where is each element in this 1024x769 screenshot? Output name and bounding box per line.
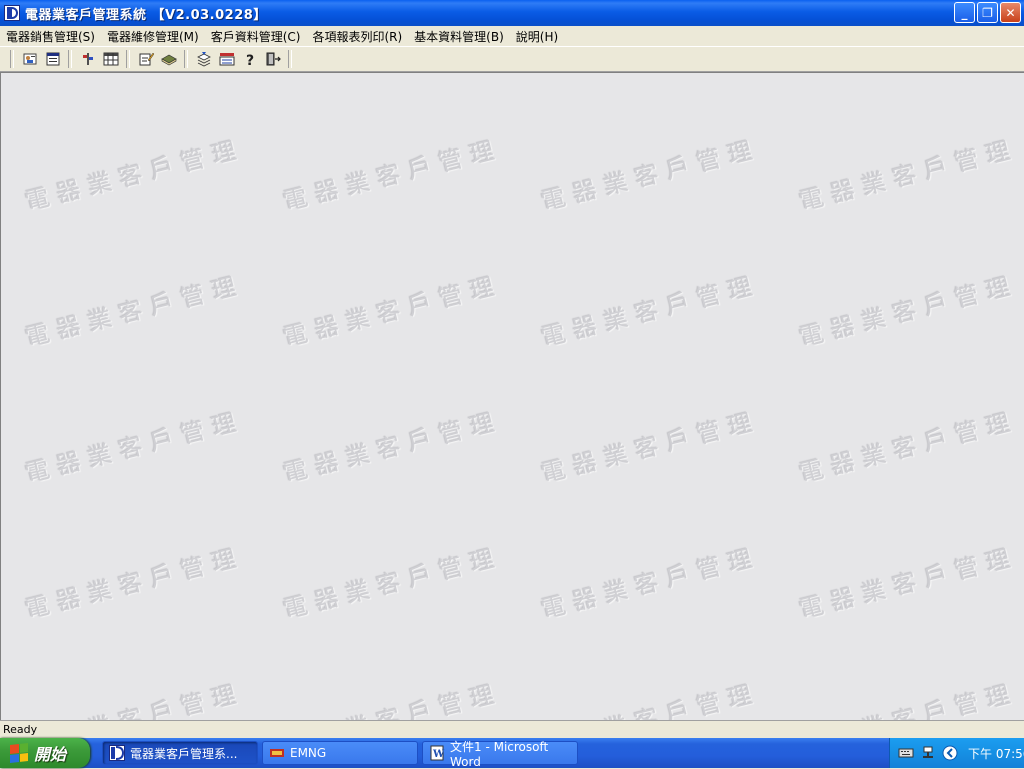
watermark-text: 電器業客戶管理	[796, 542, 1021, 624]
close-button[interactable]: ✕	[1000, 2, 1021, 23]
form-button[interactable]	[42, 49, 63, 70]
minimize-icon: _	[961, 5, 968, 20]
watermark-text: 電器業客戶管理	[538, 270, 763, 352]
toolbar: ?	[0, 47, 1024, 72]
watermark-text: 電器業客戶管理	[280, 270, 505, 352]
window-controls: _ ❐ ✕	[954, 2, 1021, 23]
watermark-text: 電器業客戶管理	[538, 542, 763, 624]
tools-button[interactable]	[77, 49, 98, 70]
task-label: 文件1 - Microsoft Word	[450, 739, 549, 769]
toolbar-separator	[184, 50, 188, 68]
report-button[interactable]	[216, 49, 237, 70]
mdi-workspace[interactable]: 電器業客戶管理 電器業客戶管理 電器業客戶管理 電器業客戶管理 電器業客戶管理 …	[0, 72, 1024, 720]
watermark-text: 電器業客戶管理	[280, 542, 505, 624]
watermark-text: 電器業客戶管理	[538, 678, 763, 720]
edit-note-icon	[139, 52, 154, 66]
toolbar-separator	[126, 50, 130, 68]
help-button[interactable]: ?	[239, 49, 260, 70]
restore-icon: ❐	[982, 5, 993, 20]
watermark-text: 電器業客戶管理	[796, 678, 1021, 720]
title-bar[interactable]: 電器業客戶管理系統 【V2.03.0228】 _ ❐ ✕	[0, 0, 1024, 26]
system-tray: 下午 07:56	[889, 738, 1024, 768]
minimize-button[interactable]: _	[954, 2, 975, 23]
svg-text:?: ?	[246, 53, 254, 67]
form-icon	[46, 52, 59, 66]
book-icon	[160, 54, 177, 66]
window-title: 電器業客戶管理系統 【V2.03.0228】	[25, 7, 267, 23]
watermark-text: 電器業客戶管理	[22, 542, 247, 624]
menu-help[interactable]: 說明(H)	[510, 28, 564, 45]
task-label: EMNG	[290, 746, 327, 760]
start-label: 開始	[34, 745, 67, 764]
start-button[interactable]: 開始	[0, 738, 90, 768]
watermark-text: 電器業客戶管理	[796, 406, 1021, 488]
task-emng[interactable]: EMNG	[262, 741, 418, 765]
emng-app-icon	[270, 749, 284, 757]
watermark-text: 電器業客戶管理	[538, 406, 763, 488]
windows-logo-icon	[10, 743, 28, 763]
watermark-text: 電器業客戶管理	[796, 270, 1021, 352]
help-icon: ?	[246, 53, 254, 67]
exit-button[interactable]	[262, 49, 283, 70]
toolbar-separator	[68, 50, 72, 68]
close-icon: ✕	[1005, 5, 1016, 20]
customer-card-icon	[23, 53, 36, 65]
watermark-text: 電器業客戶管理	[280, 134, 505, 216]
watermark-text: 電器業客戶管理	[22, 270, 247, 352]
word-doc-icon: W	[430, 745, 445, 761]
crm-app-icon	[109, 745, 125, 761]
toolbar-separator	[288, 50, 292, 68]
menu-repair[interactable]: 電器維修管理(M)	[101, 28, 205, 45]
report-icon	[219, 53, 234, 66]
app-icon[interactable]	[4, 5, 20, 21]
customer-card-button[interactable]	[19, 49, 40, 70]
menu-basic-data[interactable]: 基本資料管理(B)	[408, 28, 510, 45]
stack-button[interactable]	[193, 49, 214, 70]
task-crm[interactable]: 電器業客戶管理系...	[102, 741, 258, 765]
restore-button[interactable]: ❐	[977, 2, 998, 23]
watermark-text: 電器業客戶管理	[796, 134, 1021, 216]
menu-bar: 電器銷售管理(S) 電器維修管理(M) 客戶資料管理(C) 各項報表列印(R) …	[0, 26, 1024, 47]
task-label: 電器業客戶管理系...	[130, 746, 238, 761]
keyboard-icon[interactable]	[898, 745, 914, 761]
stack-icon	[196, 52, 211, 67]
status-bar: Ready	[0, 720, 1024, 738]
clock[interactable]: 下午 07:56	[968, 745, 1024, 762]
toolbar-separator	[10, 50, 14, 68]
table-icon	[103, 52, 118, 66]
network-icon[interactable]	[920, 745, 936, 761]
chevron-left-icon[interactable]	[942, 745, 958, 761]
svg-text:W: W	[432, 749, 445, 760]
watermark-text: 電器業客戶管理	[22, 678, 247, 720]
watermark-text: 電器業客戶管理	[280, 678, 505, 720]
watermark-text: 電器業客戶管理	[22, 134, 247, 216]
watermark-text: 電器業客戶管理	[538, 134, 763, 216]
taskbar: 開始 電器業客戶管理系... EMNG W 文件1 - Microsoft Wo…	[0, 738, 1024, 769]
menu-sales[interactable]: 電器銷售管理(S)	[0, 28, 101, 45]
task-word[interactable]: W 文件1 - Microsoft Word	[422, 740, 578, 769]
tools-icon	[82, 53, 93, 65]
exit-icon	[266, 52, 281, 66]
edit-note-button[interactable]	[135, 49, 156, 70]
book-button[interactable]	[158, 49, 179, 70]
watermark-text: 電器業客戶管理	[280, 406, 505, 488]
menu-reports[interactable]: 各項報表列印(R)	[306, 28, 408, 45]
watermark-text: 電器業客戶管理	[22, 406, 247, 488]
menu-customer[interactable]: 客戶資料管理(C)	[205, 28, 307, 45]
table-button[interactable]	[100, 49, 121, 70]
status-text: Ready	[3, 723, 38, 736]
